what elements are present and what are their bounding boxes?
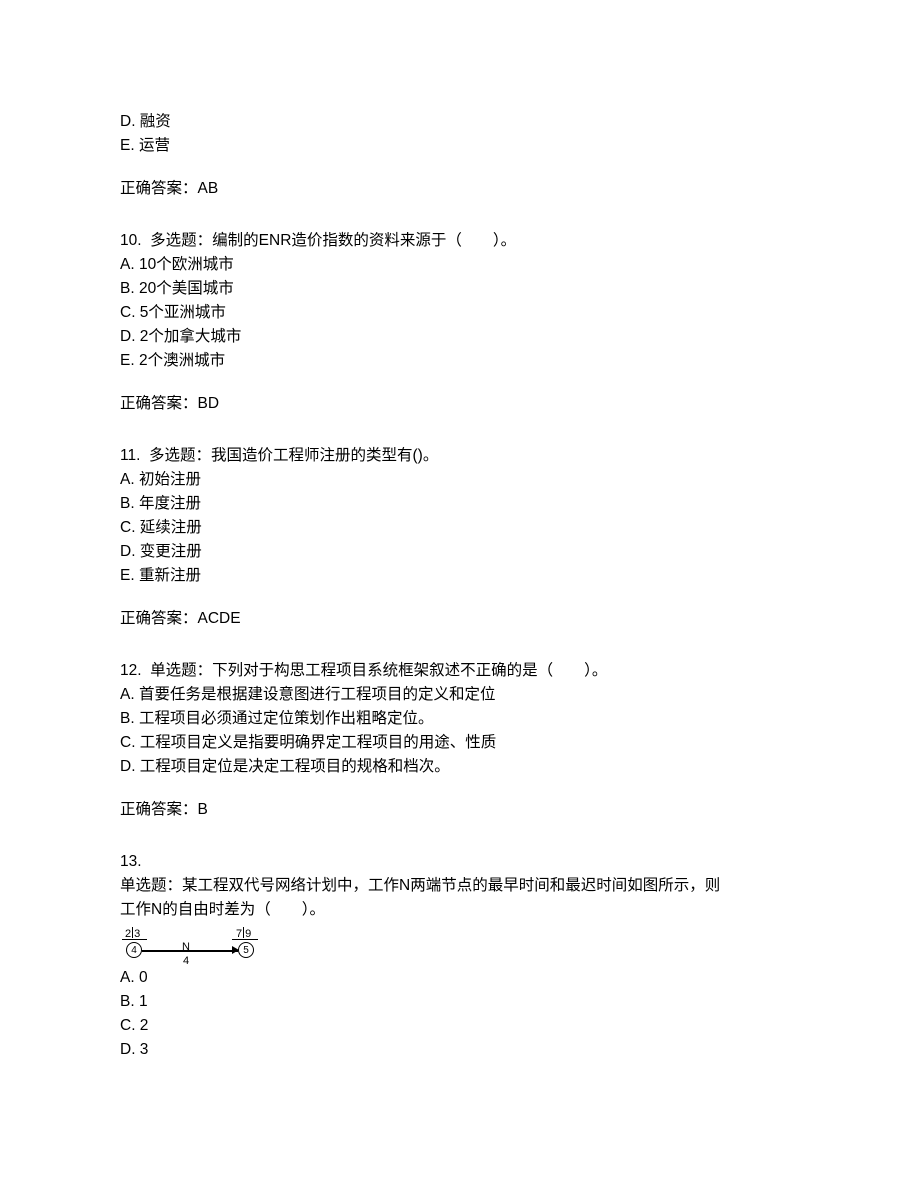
option-d: D. 2个加拿大城市: [120, 325, 800, 349]
correct-answer: 正确答案：BD: [120, 392, 800, 416]
node-b-es: 7: [236, 928, 242, 940]
document-page: D. 融资 E. 运营 正确答案：AB 10. 多选题：编制的ENR造价指数的资…: [0, 0, 920, 1150]
option-d: D. 融资: [120, 110, 800, 134]
node-a-times: 23: [125, 926, 140, 943]
question-title-line2: 工作N的自由时差为（ ）。: [120, 898, 800, 922]
question-13: 13. 单选题：某工程双代号网络计划中，工作N两端节点的最早时间和最迟时间如图所…: [120, 850, 800, 1062]
separator-icon: [243, 927, 244, 938]
option-c: C. 2: [120, 1014, 800, 1038]
correct-answer: 正确答案：ACDE: [120, 607, 800, 631]
question-title-line1: 单选题：某工程双代号网络计划中，工作N两端节点的最早时间和最迟时间如图所示，则: [120, 874, 800, 898]
option-e: E. 2个澳洲城市: [120, 349, 800, 373]
option-b: B. 工程项目必须通过定位策划作出粗略定位。: [120, 707, 800, 731]
node-a-id: 4: [131, 943, 137, 959]
option-d: D. 工程项目定位是决定工程项目的规格和档次。: [120, 755, 800, 779]
question-9-tail: D. 融资 E. 运营 正确答案：AB: [120, 110, 800, 201]
correct-answer: 正确答案：AB: [120, 177, 800, 201]
activity-duration: 4: [183, 953, 189, 970]
correct-answer: 正确答案：B: [120, 798, 800, 822]
option-a: A. 0: [120, 966, 800, 990]
arrow-line: [142, 950, 238, 952]
question-title: 10. 多选题：编制的ENR造价指数的资料来源于（ ）。: [120, 229, 800, 253]
node-b-ls: 9: [245, 928, 251, 940]
question-12: 12. 单选题：下列对于构思工程项目系统框架叙述不正确的是（ ）。 A. 首要任…: [120, 659, 800, 822]
node-b: 5: [238, 942, 254, 958]
option-e: E. 运营: [120, 134, 800, 158]
option-a: A. 10个欧洲城市: [120, 253, 800, 277]
option-b: B. 20个美国城市: [120, 277, 800, 301]
node-b-id: 5: [243, 943, 249, 959]
option-b: B. 年度注册: [120, 492, 800, 516]
question-11: 11. 多选题：我国造价工程师注册的类型有()。 A. 初始注册 B. 年度注册…: [120, 444, 800, 631]
node-a-es: 2: [125, 928, 131, 940]
question-title: 12. 单选题：下列对于构思工程项目系统框架叙述不正确的是（ ）。: [120, 659, 800, 683]
node-b-times: 79: [236, 926, 251, 943]
option-c: C. 工程项目定义是指要明确界定工程项目的用途、性质: [120, 731, 800, 755]
option-c: C. 5个亚洲城市: [120, 301, 800, 325]
option-d: D. 3: [120, 1038, 800, 1062]
question-number: 13.: [120, 850, 800, 874]
question-title: 11. 多选题：我国造价工程师注册的类型有()。: [120, 444, 800, 468]
separator-icon: [132, 927, 133, 938]
option-e: E. 重新注册: [120, 564, 800, 588]
node-a-ls: 3: [134, 928, 140, 940]
question-10: 10. 多选题：编制的ENR造价指数的资料来源于（ ）。 A. 10个欧洲城市 …: [120, 229, 800, 416]
option-c: C. 延续注册: [120, 516, 800, 540]
option-d: D. 变更注册: [120, 540, 800, 564]
node-a: 4: [126, 942, 142, 958]
option-a: A. 初始注册: [120, 468, 800, 492]
option-b: B. 1: [120, 990, 800, 1014]
option-a: A. 首要任务是根据建设意图进行工程项目的定义和定位: [120, 683, 800, 707]
network-diagram: 23 4 N 4 79 5: [120, 924, 260, 964]
